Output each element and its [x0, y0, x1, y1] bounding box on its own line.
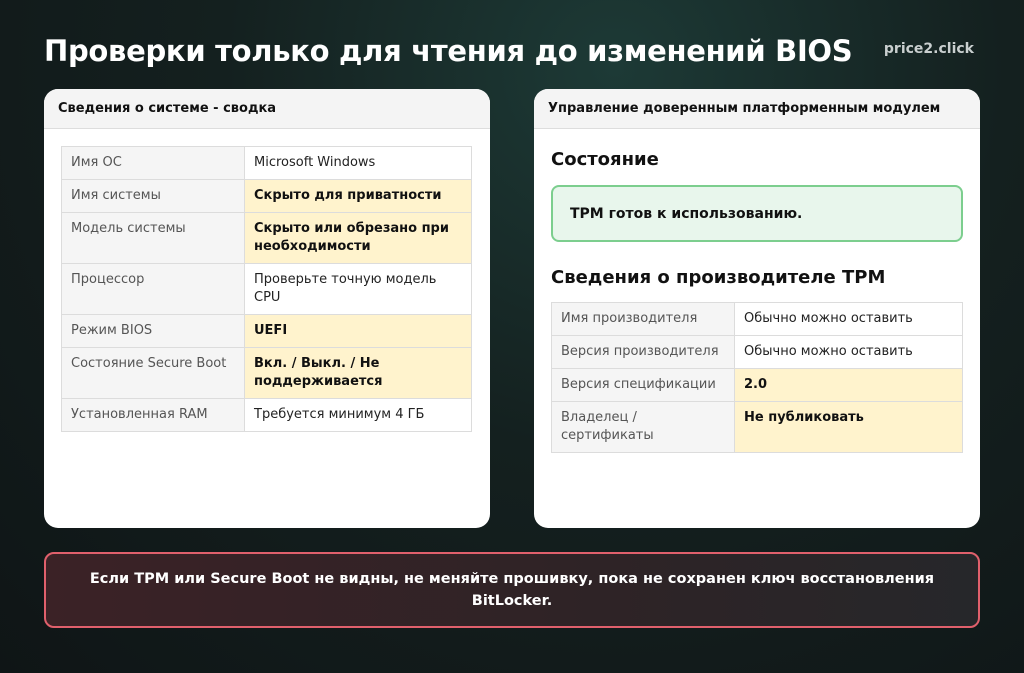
table-row: Установленная RAM Требуется минимум 4 ГБ	[61, 398, 472, 432]
row-label: Установленная RAM	[61, 398, 245, 432]
row-label: Имя системы	[61, 179, 245, 213]
row-label: Имя ОС	[61, 146, 245, 180]
manufacturer-title: Сведения о производителе TPM	[551, 267, 886, 288]
bitlocker-warning: Если TPM или Secure Boot не видны, не ме…	[44, 552, 980, 628]
table-row: Версия производителя Обычно можно оставит…	[551, 335, 963, 369]
table-row: Имя системы Скрыто для приватности	[61, 179, 472, 213]
table-row: Владелец / сертификаты Не публиковать	[551, 401, 963, 453]
status-title: Состояние	[551, 149, 659, 170]
row-label: Состояние Secure Boot	[61, 347, 245, 399]
system-summary-card: Сведения о системе - сводка Имя ОС Micros…	[44, 89, 490, 528]
row-label: Владелец / сертификаты	[551, 401, 735, 453]
system-summary-table: Имя ОС Microsoft Windows Имя системы Скрыто…	[61, 146, 472, 432]
row-value: Вкл. / Выкл. / Не поддерживается	[244, 347, 472, 399]
brand-logo: price2.click	[883, 41, 974, 57]
row-label: Режим BIOS	[61, 314, 245, 348]
row-value: 2.0	[734, 368, 963, 402]
tpm-manufacturer-table: Имя производителя Обычно можно оставить Ве…	[551, 302, 963, 453]
row-label: Версия спецификации	[551, 368, 735, 402]
table-row: Имя производителя Обычно можно оставить	[551, 302, 963, 336]
table-row: Модель системы Скрыто или обрезано при не…	[61, 212, 472, 264]
system-summary-header: Сведения о системе - сводка	[44, 89, 490, 129]
table-row: Процессор Проверьте точную модель CPU	[61, 263, 472, 315]
row-value: Проверьте точную модель CPU	[244, 263, 472, 315]
table-row: Режим BIOS UEFI	[61, 314, 472, 348]
row-label: Версия производителя	[551, 335, 735, 369]
row-label: Модель системы	[61, 212, 245, 264]
page-title: Проверки только для чтения до изменений …	[44, 34, 853, 68]
row-value: Microsoft Windows	[244, 146, 472, 180]
table-row: Имя ОС Microsoft Windows	[61, 146, 472, 180]
row-value: Обычно можно оставить	[734, 335, 963, 369]
row-value: Скрыто или обрезано при необходимости	[244, 212, 472, 264]
table-row: Версия спецификации 2.0	[551, 368, 963, 402]
row-label: Имя производителя	[551, 302, 735, 336]
tpm-header: Управление доверенным платформенным моду…	[534, 89, 980, 129]
tpm-status-box: TPM готов к использованию.	[551, 185, 963, 242]
row-value: UEFI	[244, 314, 472, 348]
row-label: Процессор	[61, 263, 245, 315]
table-row: Состояние Secure Boot Вкл. / Выкл. / Не п…	[61, 347, 472, 399]
warning-text: Если TPM или Secure Boot не видны, не ме…	[89, 571, 935, 609]
row-value: Требуется минимум 4 ГБ	[244, 398, 472, 432]
tpm-status-text: TPM готов к использованию.	[570, 205, 803, 222]
row-value: Не публиковать	[734, 401, 963, 453]
row-value: Обычно можно оставить	[734, 302, 963, 336]
row-value: Скрыто для приватности	[244, 179, 472, 213]
tpm-card: Управление доверенным платформенным моду…	[534, 89, 980, 528]
